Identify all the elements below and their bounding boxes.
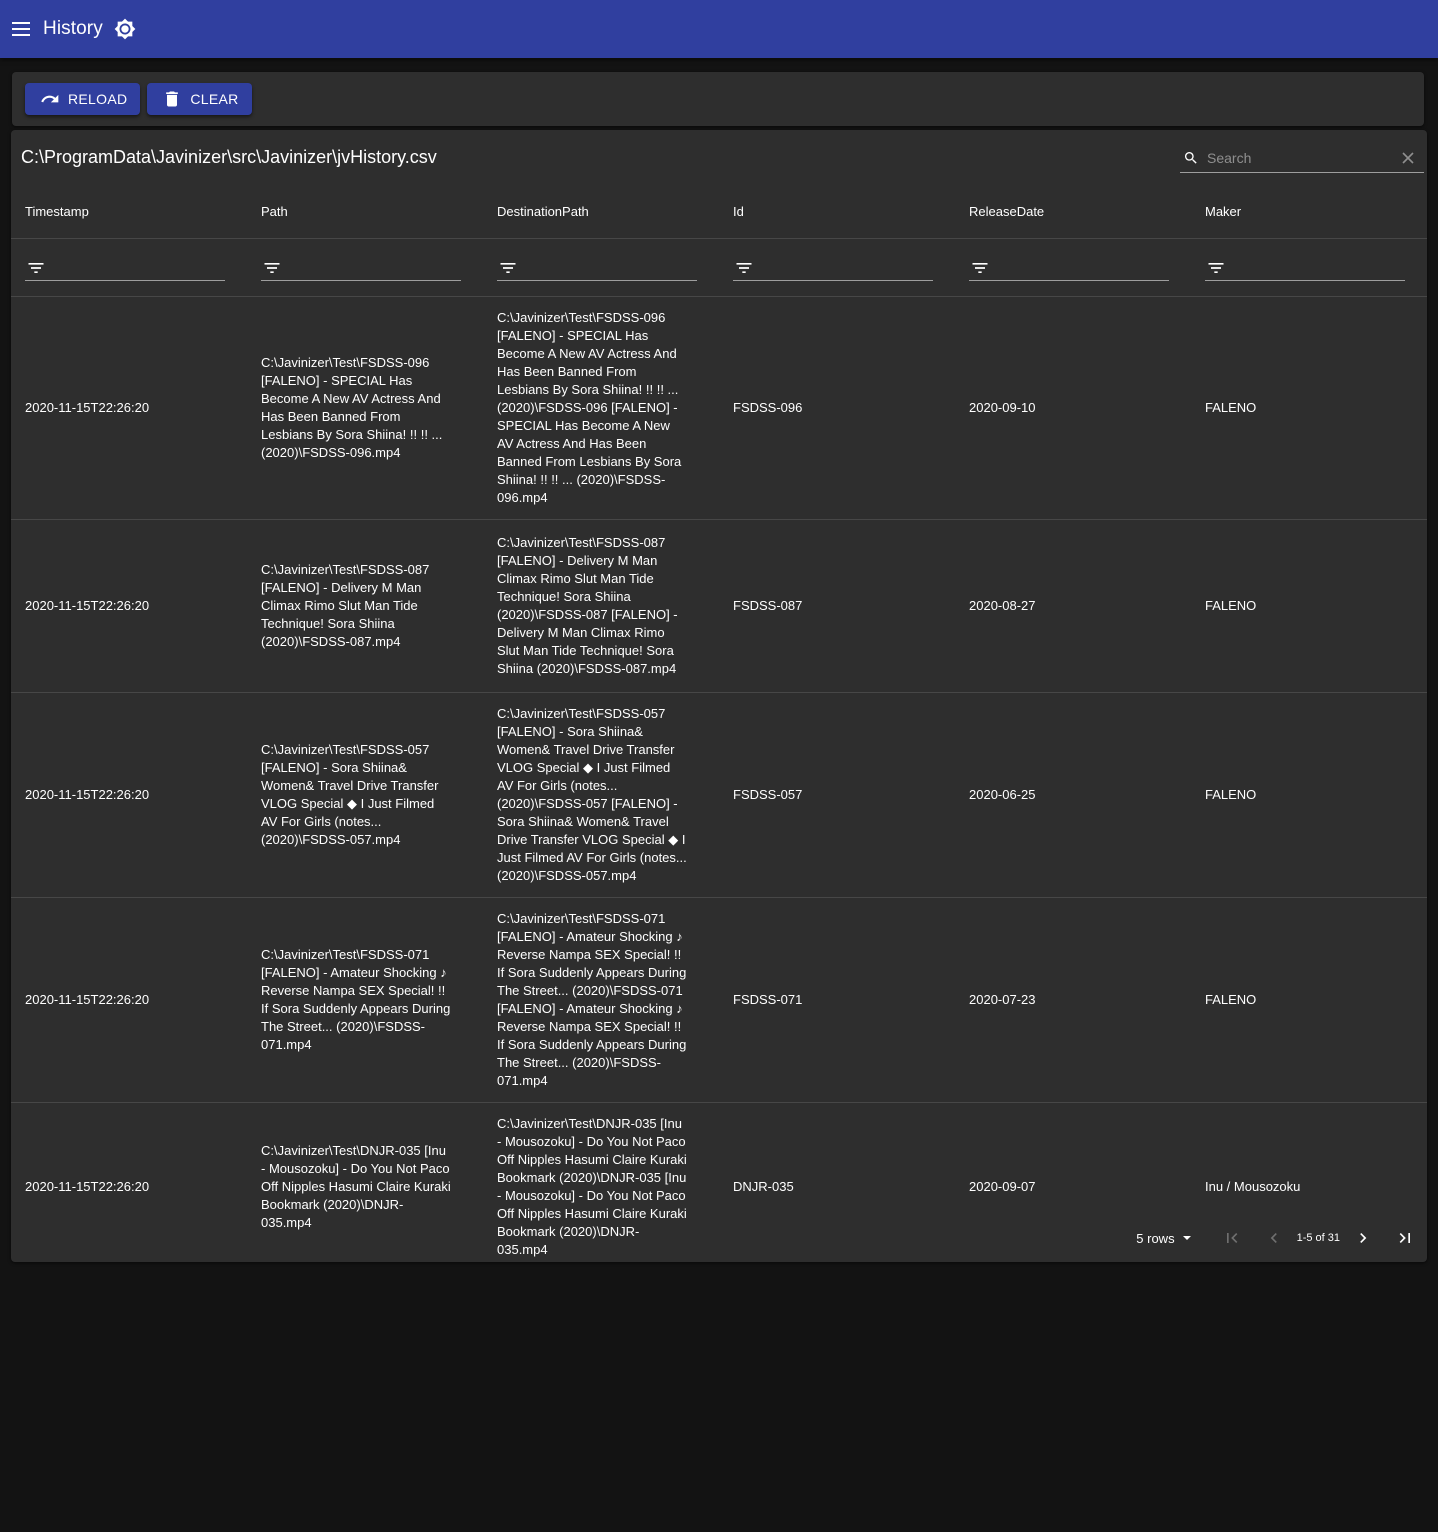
table-title: C:\ProgramData\Javinizer\src\Javinizer\j… xyxy=(21,147,437,167)
filter-maker[interactable] xyxy=(1205,257,1405,281)
rows-per-page-select[interactable]: 5 rows xyxy=(1136,1231,1192,1246)
cell-destination: C:\Javinizer\Test\FSDSS-087 [FALENO] - D… xyxy=(483,519,719,693)
filter-id[interactable] xyxy=(733,257,933,281)
filter-releasedate[interactable] xyxy=(969,257,1169,281)
cell-destination: C:\Javinizer\Test\FSDSS-071 [FALENO] - A… xyxy=(483,897,719,1103)
header-row: Timestamp Path DestinationPath Id Releas… xyxy=(11,186,1427,239)
column-header-path[interactable]: Path xyxy=(247,186,483,239)
action-toolbar: RELOAD CLEAR xyxy=(12,72,1424,126)
cell-maker: FALENO xyxy=(1191,519,1427,693)
cell-id: FSDSS-071 xyxy=(719,897,955,1103)
filter-row xyxy=(11,238,1427,297)
cell-timestamp: 2020-11-15T22:26:20 xyxy=(11,519,247,693)
search-field[interactable] xyxy=(1180,143,1424,173)
cell-timestamp: 2020-11-15T22:26:20 xyxy=(11,897,247,1103)
pagination-bar: 5 rows 1-5 of 31 xyxy=(11,1214,1427,1262)
cell-id: FSDSS-057 xyxy=(719,692,955,898)
table-row[interactable]: 2020-11-15T22:26:20 C:\Javinizer\Test\FS… xyxy=(11,897,1427,1103)
search-input[interactable] xyxy=(1207,149,1387,166)
cell-release-date: 2020-06-25 xyxy=(955,692,1191,898)
cell-path: C:\Javinizer\Test\FSDSS-071 [FALENO] - A… xyxy=(247,897,483,1103)
filter-timestamp[interactable] xyxy=(25,257,225,281)
reload-icon xyxy=(41,94,59,103)
previous-page-button[interactable] xyxy=(1260,1224,1288,1252)
next-page-button[interactable] xyxy=(1349,1224,1377,1252)
clear-button[interactable]: CLEAR xyxy=(147,83,252,115)
cell-maker: FALENO xyxy=(1191,692,1427,898)
brightness-icon[interactable] xyxy=(114,18,136,40)
cell-path: C:\Javinizer\Test\FSDSS-057 [FALENO] - S… xyxy=(247,692,483,898)
clear-search-icon[interactable] xyxy=(1402,151,1414,169)
cell-release-date: 2020-07-23 xyxy=(955,897,1191,1103)
history-table-card: C:\ProgramData\Javinizer\src\Javinizer\j… xyxy=(11,130,1427,1262)
column-header-destinationpath[interactable]: DestinationPath xyxy=(483,186,719,239)
reload-button[interactable]: RELOAD xyxy=(25,83,141,115)
column-header-timestamp[interactable]: Timestamp xyxy=(11,186,247,239)
filter-icon xyxy=(264,263,280,273)
filter-path[interactable] xyxy=(261,257,461,281)
table-row[interactable]: 2020-11-15T22:26:20 C:\Javinizer\Test\FS… xyxy=(11,692,1427,898)
last-page-button[interactable] xyxy=(1391,1224,1419,1252)
cell-path: C:\Javinizer\Test\FSDSS-096 [FALENO] - S… xyxy=(247,296,483,520)
history-table: Timestamp Path DestinationPath Id Releas… xyxy=(11,186,1427,1262)
cell-id: FSDSS-087 xyxy=(719,519,955,693)
trash-icon xyxy=(166,91,179,107)
chevron-down-icon xyxy=(1182,1236,1191,1240)
filter-icon xyxy=(736,263,752,273)
cell-timestamp: 2020-11-15T22:26:20 xyxy=(11,296,247,520)
filter-destinationpath[interactable] xyxy=(497,257,697,281)
search-icon xyxy=(1183,150,1199,166)
page-title: History xyxy=(43,18,103,39)
reload-label: RELOAD xyxy=(68,91,128,107)
table-row[interactable]: 2020-11-15T22:26:20 C:\Javinizer\Test\FS… xyxy=(11,519,1427,693)
last-page-icon xyxy=(1399,1233,1410,1243)
cell-timestamp: 2020-11-15T22:26:20 xyxy=(11,692,247,898)
cell-id: FSDSS-096 xyxy=(719,296,955,520)
filter-icon xyxy=(28,263,44,273)
cell-release-date: 2020-08-27 xyxy=(955,519,1191,693)
rows-per-page-value: 5 rows xyxy=(1136,1230,1175,1246)
page-info: 1-5 of 31 xyxy=(1296,1232,1340,1244)
column-header-maker[interactable]: Maker xyxy=(1191,186,1427,239)
first-page-icon xyxy=(1226,1233,1237,1243)
filter-icon xyxy=(1208,263,1224,273)
app-bar: History xyxy=(0,0,1438,58)
menu-icon[interactable] xyxy=(10,18,32,40)
chevron-left-icon xyxy=(1270,1233,1277,1243)
column-header-id[interactable]: Id xyxy=(719,186,955,239)
column-header-releasedate[interactable]: ReleaseDate xyxy=(955,186,1191,239)
table-row[interactable]: 2020-11-15T22:26:20 C:\Javinizer\Test\FS… xyxy=(11,296,1427,520)
cell-destination: C:\Javinizer\Test\FSDSS-057 [FALENO] - S… xyxy=(483,692,719,898)
chevron-right-icon xyxy=(1360,1233,1367,1243)
cell-maker: FALENO xyxy=(1191,296,1427,520)
cell-path: C:\Javinizer\Test\FSDSS-087 [FALENO] - D… xyxy=(247,519,483,693)
first-page-button[interactable] xyxy=(1218,1224,1246,1252)
cell-destination: C:\Javinizer\Test\FSDSS-096 [FALENO] - S… xyxy=(483,296,719,520)
filter-icon xyxy=(972,263,988,273)
filter-icon xyxy=(500,263,516,273)
cell-release-date: 2020-09-10 xyxy=(955,296,1191,520)
clear-label: CLEAR xyxy=(190,91,239,107)
cell-maker: FALENO xyxy=(1191,897,1427,1103)
